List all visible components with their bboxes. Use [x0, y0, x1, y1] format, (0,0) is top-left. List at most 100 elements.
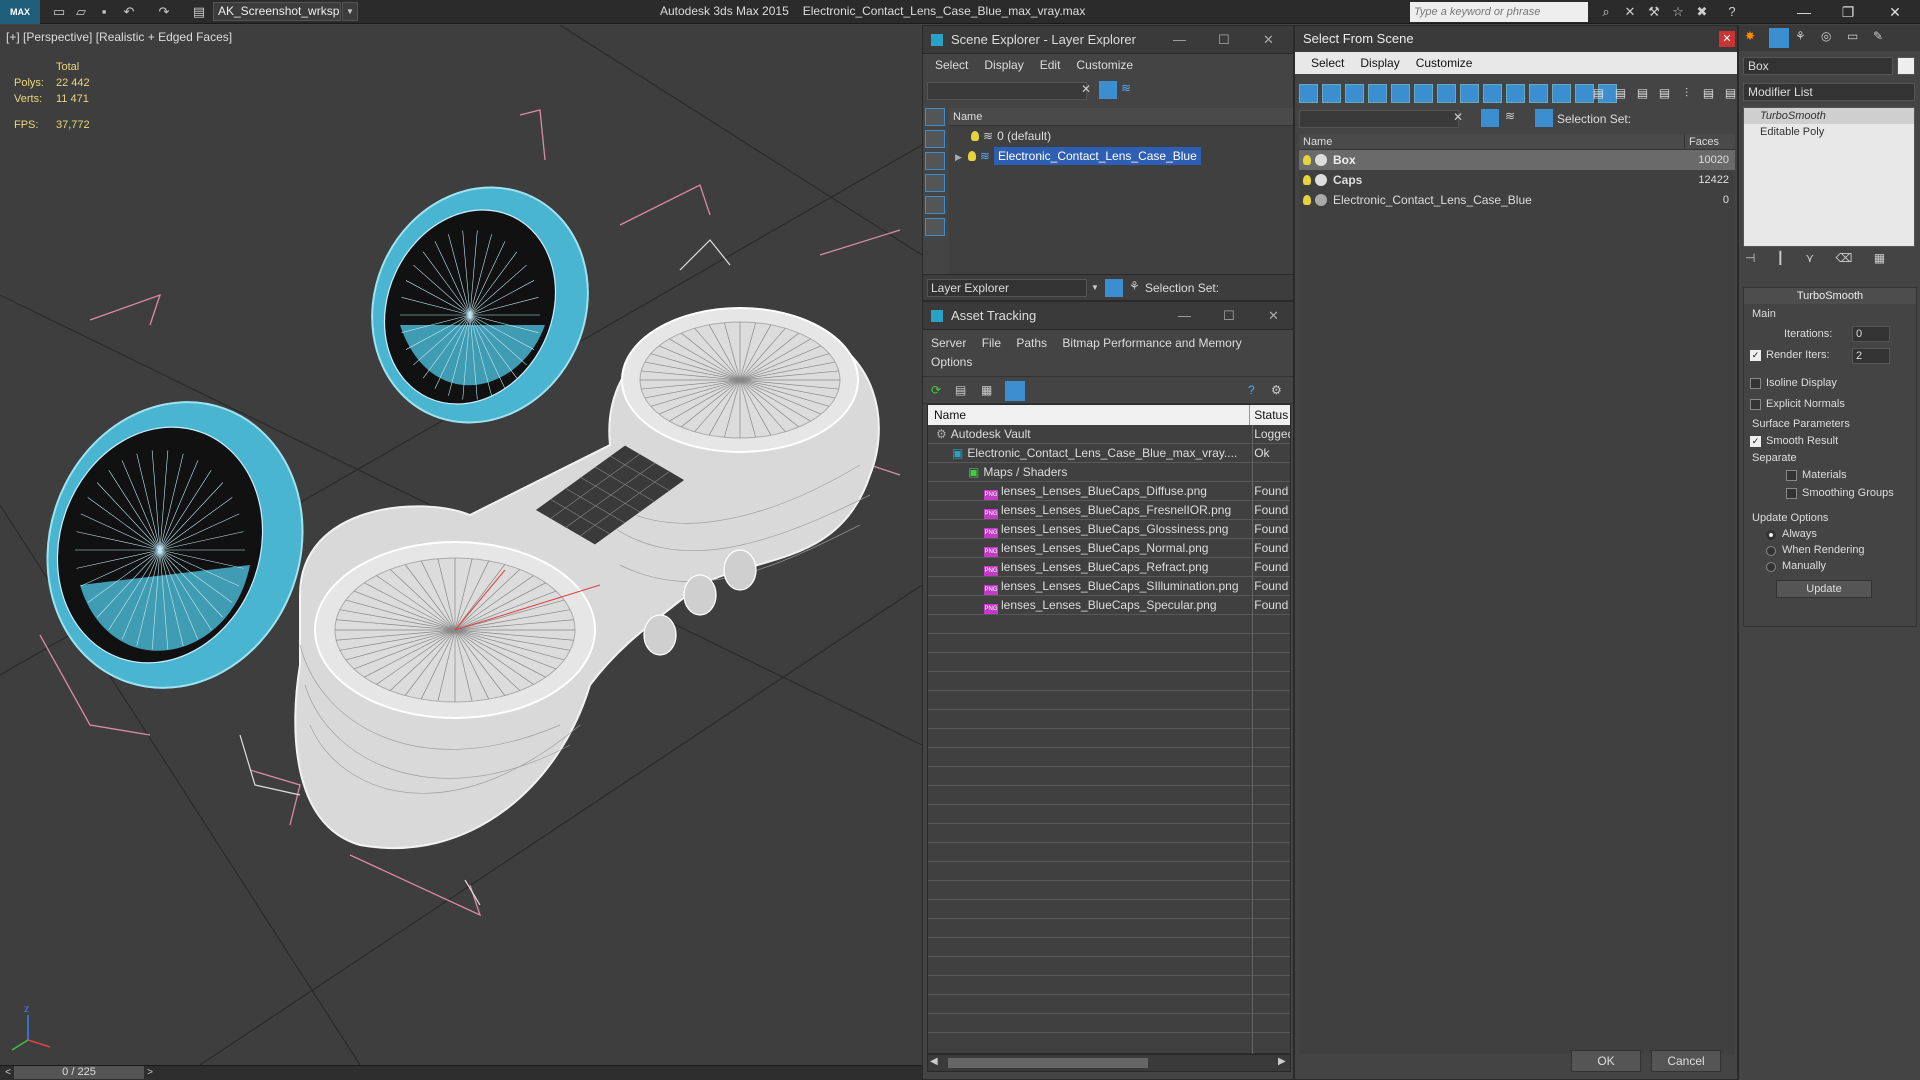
undo-icon[interactable]: ↶ [120, 3, 138, 21]
configure-sets-icon[interactable]: ▦ [1874, 251, 1885, 265]
filter-icon[interactable] [1099, 81, 1117, 99]
modifier-list-dropdown[interactable]: Modifier List [1743, 83, 1915, 101]
asset-settings-icon[interactable]: ⚙ [1271, 383, 1282, 397]
cancel-button[interactable]: Cancel [1651, 1050, 1721, 1072]
asset-col-name[interactable]: Name [928, 405, 1251, 425]
hierarchy-tab-icon[interactable]: ⚘ [1795, 29, 1806, 43]
object-name-field[interactable]: Box [1743, 57, 1893, 75]
sfs-filter-icon[interactable] [1481, 109, 1499, 127]
display-shapes-icon[interactable] [1322, 84, 1341, 103]
sfs-clear-icon[interactable]: ✕ [1453, 110, 1463, 124]
modifier-turbosmooth[interactable]: TurboSmooth [1744, 108, 1914, 124]
binoculars-icon[interactable]: ⌕ [1596, 3, 1616, 21]
scene-explorer-menu-select[interactable]: Select [935, 54, 968, 76]
project-folder-icon[interactable]: ▤ [190, 3, 208, 21]
always-radio[interactable] [1766, 530, 1776, 540]
when-rendering-radio[interactable] [1766, 546, 1776, 556]
scene-explorer-menu-display[interactable]: Display [984, 54, 1023, 76]
display-hidden-icon[interactable] [1552, 84, 1571, 103]
display-frozen-icon[interactable] [1529, 84, 1548, 103]
invert-display-icon[interactable]: ▤ [1589, 84, 1608, 103]
display-lights-icon[interactable] [1345, 84, 1364, 103]
clear-filter-icon[interactable]: ✕ [1081, 82, 1091, 96]
render-iters-checkbox[interactable]: ✓ [1750, 350, 1761, 361]
object-color-swatch[interactable] [1897, 57, 1915, 75]
save-icon[interactable]: ▪ [95, 3, 113, 21]
display-cameras-icon[interactable] [1368, 84, 1387, 103]
redo-icon[interactable]: ↷ [155, 3, 173, 21]
asset-row[interactable]: ▣ Electronic_Contact_Lens_Case_Blue_max_v… [928, 444, 1290, 463]
asset-row[interactable]: ▣ Maps / Shaders [928, 463, 1290, 482]
light-bulb-icon[interactable] [1303, 155, 1311, 165]
select-invert-icon[interactable]: ▤ [1655, 84, 1674, 103]
asset-horizontal-scrollbar[interactable]: ◀ ▶ [927, 1054, 1291, 1072]
asset-help-icon[interactable]: ? [1248, 383, 1255, 397]
explorer-type-dropdown-icon[interactable]: ▼ [1091, 283, 1099, 292]
workspace-dropdown-icon[interactable]: ▼ [342, 2, 358, 21]
update-button[interactable]: Update [1776, 580, 1872, 598]
render-iters-spinner[interactable]: 2 [1852, 348, 1890, 364]
asset-menu-paths[interactable]: Paths [1016, 336, 1047, 350]
viewport-label[interactable]: [+] [Perspective] [Realistic + Edged Fac… [6, 30, 232, 44]
utilities-tab-icon[interactable]: ✎ [1873, 29, 1883, 43]
pin-stack-icon[interactable]: ⊣ [1745, 251, 1755, 265]
isoline-checkbox[interactable] [1750, 378, 1761, 389]
time-slider[interactable]: 0 / 225 [14, 1066, 144, 1079]
sfs-col-faces[interactable]: Faces [1685, 134, 1735, 149]
display-xrefs-icon[interactable] [1460, 84, 1479, 103]
sort-by-type-icon[interactable]: ▤ [1699, 84, 1718, 103]
sfs-layer-icon[interactable]: ≋ [1505, 109, 1515, 123]
asset-row[interactable]: PNG lenses_Lenses_BlueCaps_Diffuse.png Fou… [928, 482, 1290, 501]
asset-tracking-maximize-icon[interactable]: ☐ [1223, 302, 1235, 330]
display-helpers-icon[interactable] [1391, 84, 1410, 103]
sfs-object-row[interactable]: Electronic_Contact_Lens_Case_Blue 0 [1299, 190, 1735, 210]
restore-icon[interactable]: ❐ [1826, 0, 1870, 24]
create-tab-icon[interactable]: ✸ [1745, 29, 1763, 47]
asset-tracking-close-icon[interactable]: ✕ [1268, 302, 1279, 330]
display-cameras-icon[interactable] [925, 174, 945, 192]
asset-menu-file[interactable]: File [982, 336, 1001, 350]
select-from-scene-close-icon[interactable]: ✕ [1719, 31, 1735, 47]
display-containers-icon[interactable] [1506, 84, 1525, 103]
display-helpers-icon[interactable] [925, 196, 945, 214]
tools-icon[interactable]: ✕ [1620, 3, 1640, 21]
layer-filter-icon[interactable]: ≋ [1121, 81, 1139, 99]
minimize-icon[interactable]: — [1782, 0, 1826, 24]
remove-modifier-icon[interactable]: ⌫ [1836, 251, 1853, 265]
sfs-menu-display[interactable]: Display [1360, 52, 1399, 74]
ok-button[interactable]: OK [1571, 1050, 1641, 1072]
light-bulb-icon[interactable] [1303, 195, 1311, 205]
favorites-icon[interactable]: ☆ [1668, 3, 1688, 21]
sfs-object-row[interactable]: Caps 12422 [1299, 170, 1735, 190]
manually-radio[interactable] [1766, 562, 1776, 572]
asset-row[interactable]: PNG lenses_Lenses_BlueCaps_Refract.png Fou… [928, 558, 1290, 577]
light-bulb-icon[interactable] [1303, 175, 1311, 185]
table-view-icon[interactable] [1005, 381, 1025, 401]
motion-tab-icon[interactable]: ◎ [1821, 29, 1831, 43]
scene-explorer-menu-customize[interactable]: Customize [1076, 54, 1133, 76]
sfs-object-row[interactable]: Box 10020 [1299, 150, 1735, 170]
scene-explorer-minimize-icon[interactable]: — [1173, 26, 1186, 54]
scene-explorer-maximize-icon[interactable]: ☐ [1218, 26, 1230, 54]
workspace-selector[interactable]: AK_Screenshot_wrksp [213, 2, 341, 21]
iterations-spinner[interactable]: 0 [1852, 326, 1890, 342]
sfs-col-name[interactable]: Name [1299, 134, 1685, 149]
asset-row[interactable]: PNG lenses_Lenses_BlueCaps_SIllumination.… [928, 577, 1290, 596]
materials-checkbox[interactable] [1786, 470, 1797, 481]
layer-tree-column-name[interactable]: Name [949, 108, 1293, 126]
show-end-result-icon[interactable]: ┃ [1777, 251, 1784, 265]
light-bulb-icon[interactable] [971, 131, 979, 141]
subscription-icon[interactable]: ⚒ [1644, 3, 1664, 21]
display-tab-icon[interactable]: ▭ [1847, 29, 1858, 43]
sfs-search-input[interactable] [1299, 110, 1459, 128]
search-input[interactable]: Type a keyword or phrase [1410, 2, 1588, 22]
light-bulb-icon[interactable] [967, 151, 976, 161]
display-lights-icon[interactable] [925, 152, 945, 170]
exchange-icon[interactable]: ✖ [1692, 3, 1712, 21]
layer-row-default[interactable]: ≋ 0 (default) [949, 126, 1293, 146]
refresh-icon[interactable]: ⟳ [931, 383, 941, 397]
close-icon[interactable]: ✕ [1870, 0, 1920, 24]
asset-menu-options[interactable]: Options [931, 355, 972, 369]
layers-toggle-icon[interactable] [1105, 279, 1123, 297]
expand-arrow-icon[interactable]: ▶ [955, 152, 962, 162]
